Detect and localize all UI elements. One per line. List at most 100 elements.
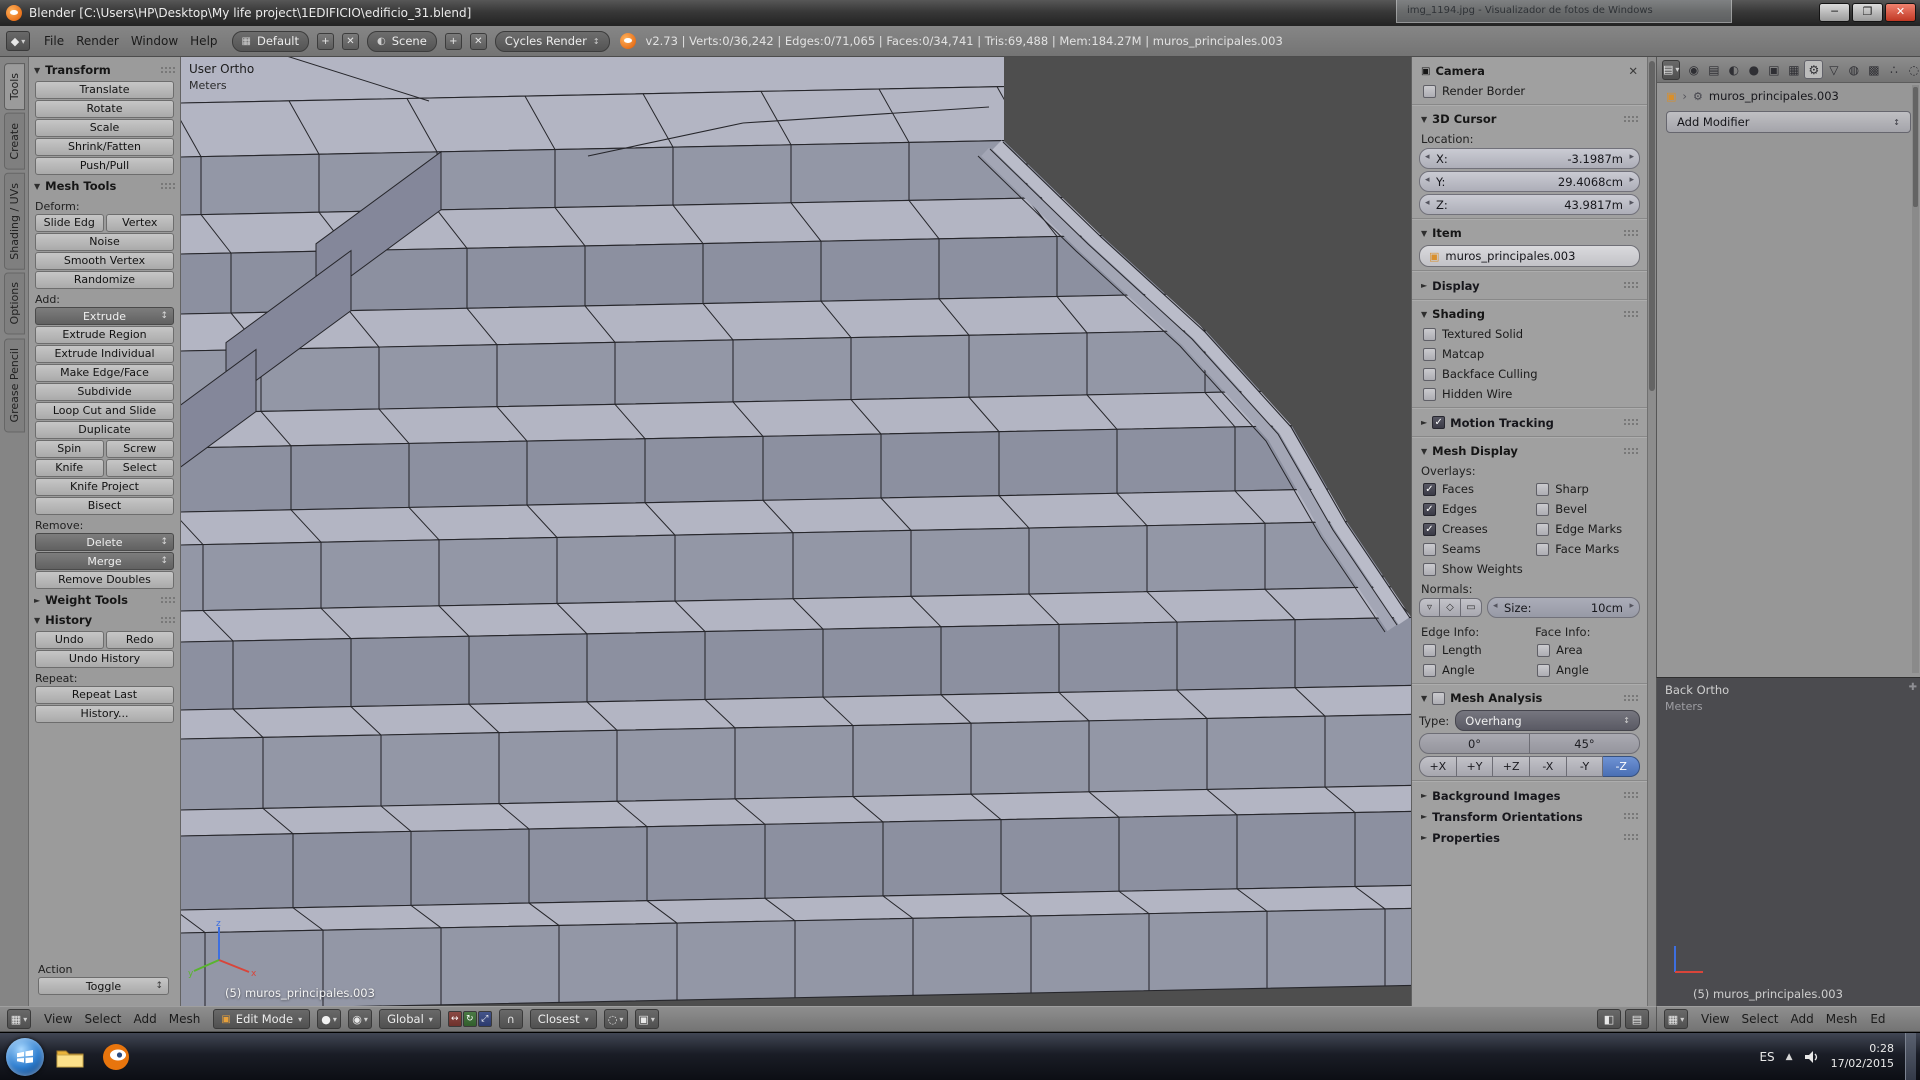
shading-option[interactable]: Hidden Wire: [1419, 384, 1640, 404]
checkbox[interactable]: [1423, 328, 1436, 341]
axis-button[interactable]: -Y: [1567, 756, 1604, 777]
decrement-arrow-icon[interactable]: ◂: [1425, 175, 1430, 185]
viewport-menu-item[interactable]: Add: [1785, 1012, 1820, 1026]
checkbox[interactable]: [1536, 503, 1549, 516]
delete-scene-button[interactable]: ✕: [470, 33, 487, 50]
world-tab-icon[interactable]: ●: [1744, 60, 1763, 79]
overlay-option[interactable]: Face Marks: [1532, 539, 1640, 559]
rotate-manipulator-button[interactable]: ↻: [463, 1011, 477, 1027]
tab-create[interactable]: Create: [4, 113, 25, 170]
increment-arrow-icon[interactable]: ▸: [1629, 152, 1634, 162]
panel-drag-dots[interactable]: [1623, 281, 1638, 290]
tool-button[interactable]: Select: [106, 459, 175, 477]
snap-toggle-button[interactable]: ∩: [499, 1009, 523, 1029]
axis-button[interactable]: +Z: [1493, 756, 1530, 777]
panel-header-weight-tools[interactable]: ► Weight Tools: [32, 590, 177, 610]
editor-type-info-button[interactable]: ◆▾: [6, 31, 30, 51]
tool-button[interactable]: Extrude Region: [35, 326, 174, 344]
viewport-menu-item[interactable]: Mesh: [163, 1012, 207, 1026]
tool-button[interactable]: Duplicate: [35, 421, 174, 439]
viewport-menu-item[interactable]: Add: [128, 1012, 163, 1026]
menu-item[interactable]: Window: [125, 34, 184, 48]
panel-header-history[interactable]: ▼ History: [32, 610, 177, 630]
analysis-type-dropdown[interactable]: Overhang ↕: [1455, 710, 1640, 731]
render-tab-icon[interactable]: ◉: [1684, 60, 1703, 79]
delete-menu-button[interactable]: Delete ↕: [35, 533, 174, 551]
editor-type-button[interactable]: ▦▾: [7, 1009, 31, 1029]
tool-button[interactable]: Noise: [35, 233, 174, 251]
checkbox[interactable]: [1423, 388, 1436, 401]
tool-button[interactable]: Undo: [35, 631, 104, 649]
checkbox[interactable]: [1432, 692, 1445, 705]
tool-button[interactable]: Scale: [35, 119, 174, 137]
checkbox[interactable]: [1423, 368, 1436, 381]
maximize-button[interactable]: ❐: [1852, 3, 1883, 22]
increment-arrow-icon[interactable]: ▸: [1629, 198, 1634, 208]
tool-button[interactable]: Redo: [106, 631, 175, 649]
checkbox[interactable]: ✓: [1423, 523, 1436, 536]
tool-button[interactable]: Screw: [106, 440, 175, 458]
show-desktop-button[interactable]: [1905, 1033, 1916, 1080]
tool-button[interactable]: Extrude Individual: [35, 345, 174, 363]
menu-item[interactable]: File: [38, 34, 70, 48]
secondary-3d-viewport[interactable]: Back Ortho Meters (5) muros_principales.…: [1656, 677, 1920, 1006]
panel-header-motion-tracking[interactable]: ► ✓ Motion Tracking: [1419, 412, 1640, 433]
overlay-option[interactable]: ✓Creases: [1419, 519, 1532, 539]
overlay-option[interactable]: Sharp: [1532, 479, 1640, 499]
blender-taskbar-icon[interactable]: [96, 1037, 136, 1077]
increment-arrow-icon[interactable]: ▸: [1629, 601, 1634, 611]
material-tab-icon[interactable]: ◍: [1844, 60, 1863, 79]
cursor-z-field[interactable]: ◂ Z: 43.9817m ▸: [1419, 194, 1640, 215]
collapsed-panel-header[interactable]: ►Transform Orientations: [1419, 806, 1640, 827]
analysis-min-field[interactable]: 0°: [1419, 733, 1530, 754]
texture-tab-icon[interactable]: ▩: [1864, 60, 1883, 79]
proportional-editing-dropdown[interactable]: ◌▾: [604, 1009, 628, 1029]
mode-dropdown[interactable]: ▣ Edit Mode ▾: [213, 1009, 310, 1029]
checkbox[interactable]: [1423, 348, 1436, 361]
axis-button[interactable]: -Z: [1603, 756, 1640, 777]
vertex-per-face-normals-toggle[interactable]: ◇: [1440, 598, 1461, 617]
tool-button[interactable]: Spin: [35, 440, 104, 458]
close-icon[interactable]: ✕: [1628, 64, 1638, 78]
tool-button[interactable]: Vertex: [106, 214, 175, 232]
object-tab-icon[interactable]: ▣: [1764, 60, 1783, 79]
cursor-x-field[interactable]: ◂ X: -3.1987m ▸: [1419, 148, 1640, 169]
tool-button[interactable]: Bisect: [35, 497, 174, 515]
tool-button[interactable]: Slide Edg: [35, 214, 104, 232]
normals-size-field[interactable]: ◂ Size: 10cm ▸: [1487, 597, 1640, 618]
snap-target-dropdown[interactable]: Closest ▾: [530, 1009, 597, 1029]
overlay-option[interactable]: ✓Edges: [1419, 499, 1532, 519]
checkbox[interactable]: [1423, 85, 1436, 98]
tab-options[interactable]: Options: [4, 272, 25, 334]
overlay-option[interactable]: Bevel: [1532, 499, 1640, 519]
tool-button[interactable]: Rotate: [35, 100, 174, 118]
cursor-y-field[interactable]: ◂ Y: 29.4068cm ▸: [1419, 171, 1640, 192]
start-button[interactable]: [6, 1038, 44, 1076]
object-data-tab-icon[interactable]: ▽: [1824, 60, 1843, 79]
minimize-button[interactable]: ─: [1819, 3, 1850, 22]
overlay-option[interactable]: ✓Faces: [1419, 479, 1532, 499]
render-layers-tab-icon[interactable]: ▤: [1704, 60, 1723, 79]
editor-type-button[interactable]: ▤▾: [1662, 60, 1680, 80]
particles-tab-icon[interactable]: ∴: [1884, 60, 1903, 79]
panel-drag-dots[interactable]: [1623, 418, 1638, 427]
checkbox[interactable]: [1536, 543, 1549, 556]
checkbox[interactable]: ✓: [1423, 503, 1436, 516]
checkbox[interactable]: [1423, 664, 1436, 677]
region-expand-icon[interactable]: ✚: [1909, 682, 1917, 693]
tool-button[interactable]: Knife Project: [35, 478, 174, 496]
scene-tab-icon[interactable]: ◐: [1724, 60, 1743, 79]
checkbox[interactable]: ✓: [1423, 483, 1436, 496]
tool-button[interactable]: Push/Pull: [35, 157, 174, 175]
checkbox[interactable]: [1536, 523, 1549, 536]
tool-button[interactable]: Knife: [35, 459, 104, 477]
panel-drag-dots[interactable]: [160, 616, 175, 625]
panel-header-display[interactable]: ► Display: [1419, 275, 1640, 296]
decrement-arrow-icon[interactable]: ◂: [1425, 198, 1430, 208]
vertex-normals-toggle[interactable]: ▿: [1419, 598, 1440, 617]
checkbox[interactable]: [1537, 664, 1550, 677]
add-layout-button[interactable]: +: [317, 33, 334, 50]
panel-header-shading[interactable]: ▼ Shading: [1419, 304, 1640, 324]
volume-icon[interactable]: [1804, 1050, 1820, 1064]
decrement-arrow-icon[interactable]: ◂: [1425, 152, 1430, 162]
